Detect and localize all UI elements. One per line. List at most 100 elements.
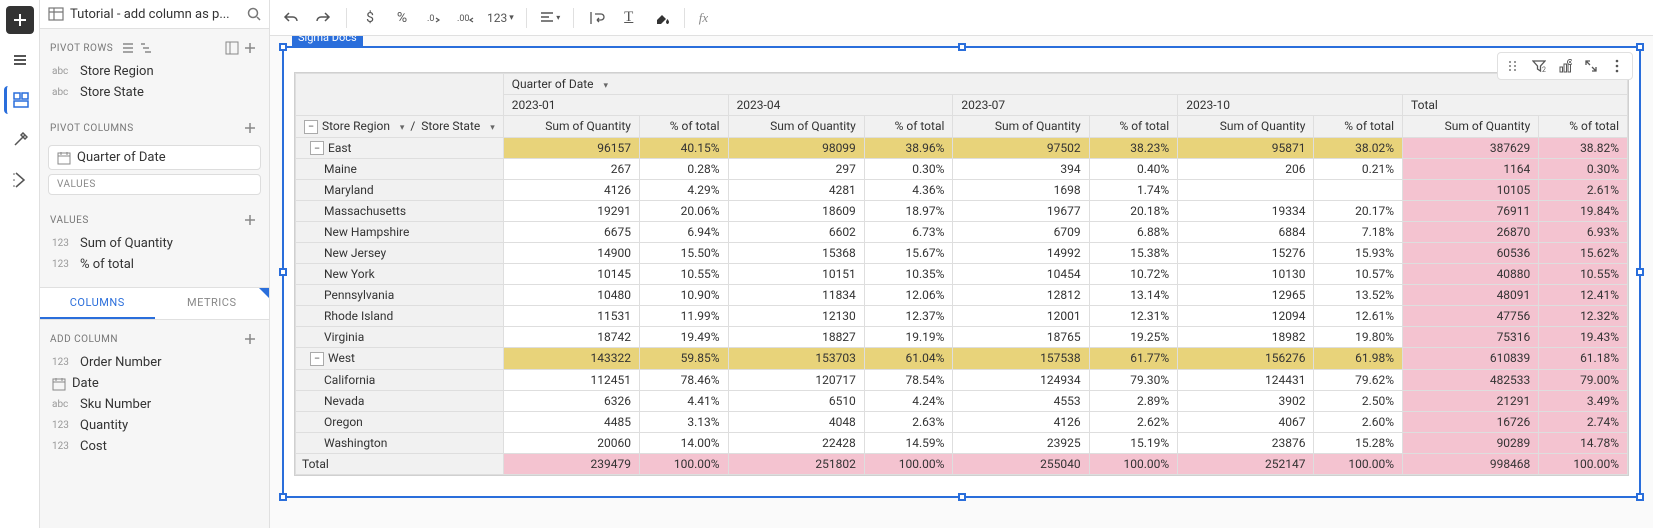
toolbar: $ % .0 .00 123▾ ▾ T fx <box>270 0 1653 36</box>
field-item[interactable]: 123Cost <box>48 436 261 457</box>
more-icon[interactable] <box>1606 55 1628 77</box>
svg-text:2: 2 <box>1542 66 1546 73</box>
panel-tabs: COLUMNS METRICS <box>40 287 269 320</box>
state-row[interactable]: Pennsylvania1048010.90%1183412.06%128121… <box>296 285 1628 306</box>
align-button[interactable]: ▾ <box>537 5 563 31</box>
percent-button[interactable]: % <box>389 5 415 31</box>
pivot-table[interactable]: Quarter of Date ▾2023-012023-042023-0720… <box>294 72 1629 476</box>
drag-handle-icon[interactable] <box>1502 55 1524 77</box>
currency-button[interactable]: $ <box>357 5 383 31</box>
state-row[interactable]: Massachusetts1929120.06%1860918.97%19677… <box>296 201 1628 222</box>
side-panel: Tutorial - add column as p... PIVOT ROWS… <box>40 0 270 528</box>
workbook-title: Tutorial - add column as p... <box>70 7 241 22</box>
state-row[interactable]: Washington2006014.00%2242814.59%2392515.… <box>296 432 1628 453</box>
field-item[interactable]: Date <box>48 373 261 394</box>
main-area: $ % .0 .00 123▾ ▾ T fx Sigma Docs 2 <box>270 0 1653 528</box>
quarter-header[interactable]: 2023-01 <box>503 95 728 116</box>
decimal-increase-button[interactable]: .00 <box>453 5 479 31</box>
svg-text:.0: .0 <box>427 14 434 24</box>
measure-header-sum[interactable]: Sum of Quantity <box>728 116 864 138</box>
filter-icon[interactable]: 2 <box>1528 55 1550 77</box>
add-row-icon[interactable] <box>241 39 259 57</box>
fill-color-button[interactable] <box>648 5 674 31</box>
grand-total-row: Total239479100.00%251802100.00%255040100… <box>296 453 1628 474</box>
values-header: VALUES <box>48 207 261 233</box>
state-row[interactable]: New Jersey1490015.50%1536815.67%1499215.… <box>296 243 1628 264</box>
collapse-icon[interactable]: − <box>310 352 324 366</box>
state-row[interactable]: California11245178.46%12071778.54%124934… <box>296 369 1628 390</box>
quarter-header[interactable]: 2023-04 <box>728 95 953 116</box>
add-column-icon[interactable] <box>241 330 259 348</box>
state-row[interactable]: Virginia1874219.49%1882719.19%1876519.25… <box>296 327 1628 348</box>
quarter-header[interactable]: 2023-07 <box>953 95 1178 116</box>
region-row[interactable]: −East9615740.15%9809938.96%9750238.23%95… <box>296 137 1628 159</box>
left-rail <box>0 0 40 528</box>
measure-header-pct[interactable]: % of total <box>1089 116 1178 138</box>
tree-view-icon[interactable] <box>137 39 155 57</box>
measure-header-pct[interactable]: % of total <box>1314 116 1403 138</box>
measure-header-sum[interactable]: Sum of Quantity <box>1178 116 1314 138</box>
measure-header-pct[interactable]: % of total <box>639 116 728 138</box>
values-placeholder-box[interactable]: VALUES <box>48 174 261 195</box>
formula-label: fx <box>699 10 708 26</box>
total-col-header: Total <box>1403 95 1628 116</box>
state-row[interactable]: Nevada63264.41%65104.24%45532.89%39022.5… <box>296 390 1628 411</box>
state-row[interactable]: Rhode Island1153111.99%1213012.37%120011… <box>296 306 1628 327</box>
field-item[interactable]: 123Quantity <box>48 415 261 436</box>
field-item[interactable]: 123Order Number <box>48 352 261 373</box>
add-value-icon[interactable] <box>241 211 259 229</box>
add-column-header: ADD COLUMN <box>48 326 261 352</box>
row-headers[interactable]: −Store Region ▾ / Store State ▾ <box>296 116 504 138</box>
panel-header: Tutorial - add column as p... <box>40 0 269 29</box>
canvas[interactable]: Sigma Docs 2 Quarter of Date ▾2023-01202… <box>270 36 1653 528</box>
field-item[interactable]: abcSku Number <box>48 394 261 415</box>
pages-icon[interactable] <box>6 46 34 74</box>
redo-button[interactable] <box>310 5 336 31</box>
state-row[interactable]: New Hampshire66756.94%66026.73%67096.88%… <box>296 222 1628 243</box>
col-group-header[interactable]: Quarter of Date ▾ <box>503 74 1627 95</box>
element-controls: 2 <box>1497 52 1633 80</box>
field-item[interactable]: 123Sum of Quantity <box>48 233 261 254</box>
field-item[interactable]: abcStore State <box>48 82 261 103</box>
actions-icon[interactable] <box>6 166 34 194</box>
chart-icon[interactable] <box>1554 55 1576 77</box>
add-element-button[interactable] <box>6 6 34 34</box>
format-icon[interactable] <box>6 126 34 154</box>
element-panel-icon[interactable] <box>4 86 32 114</box>
svg-text:.00: .00 <box>457 14 470 24</box>
search-icon[interactable] <box>247 7 261 21</box>
tab-metrics[interactable]: METRICS <box>155 288 270 319</box>
expand-icon[interactable] <box>1580 55 1602 77</box>
collapse-icon[interactable]: − <box>310 141 324 155</box>
state-row[interactable]: Maryland41264.29%42814.36%16981.74%10105… <box>296 180 1628 201</box>
state-row[interactable]: Oregon44853.13%40482.63%41262.62%40672.6… <box>296 411 1628 432</box>
measure-header-pct[interactable]: % of total <box>864 116 953 138</box>
state-row[interactable]: New York1014510.55%1015110.35%1045410.72… <box>296 264 1628 285</box>
decimal-decrease-button[interactable]: .0 <box>421 5 447 31</box>
measure-header-sum[interactable]: Sum of Quantity <box>1403 116 1539 138</box>
field-item[interactable]: 123% of total <box>48 254 261 275</box>
list-view-icon[interactable] <box>119 39 137 57</box>
measure-header-sum[interactable]: Sum of Quantity <box>503 116 639 138</box>
text-format-button[interactable]: T <box>616 5 642 31</box>
measure-header-sum[interactable]: Sum of Quantity <box>953 116 1089 138</box>
tab-corner-indicator <box>259 288 269 298</box>
pivot-table-element[interactable]: Sigma Docs 2 Quarter of Date ▾2023-01202… <box>282 46 1641 498</box>
pivot-rows-header: PIVOT ROWS <box>48 35 261 61</box>
field-item[interactable]: Quarter of Date <box>48 145 261 170</box>
element-tag: Sigma Docs <box>292 36 363 46</box>
measure-header-pct[interactable]: % of total <box>1539 116 1628 138</box>
state-row[interactable]: Maine2670.28%2970.30%3940.40%2060.21%116… <box>296 159 1628 180</box>
pivot-cols-header: PIVOT COLUMNS <box>48 115 261 141</box>
field-item[interactable]: abcStore Region <box>48 61 261 82</box>
region-row[interactable]: −West14332259.85%15370361.04%15753861.77… <box>296 348 1628 370</box>
layout-icon[interactable] <box>223 39 241 57</box>
undo-button[interactable] <box>278 5 304 31</box>
tab-columns[interactable]: COLUMNS <box>40 288 155 319</box>
add-col-icon[interactable] <box>241 119 259 137</box>
quarter-header[interactable]: 2023-10 <box>1178 95 1403 116</box>
wrap-button[interactable] <box>584 5 610 31</box>
number-format-dropdown[interactable]: 123▾ <box>485 11 516 25</box>
table-icon <box>48 6 64 22</box>
collapse-all-icon[interactable]: − <box>304 120 318 134</box>
